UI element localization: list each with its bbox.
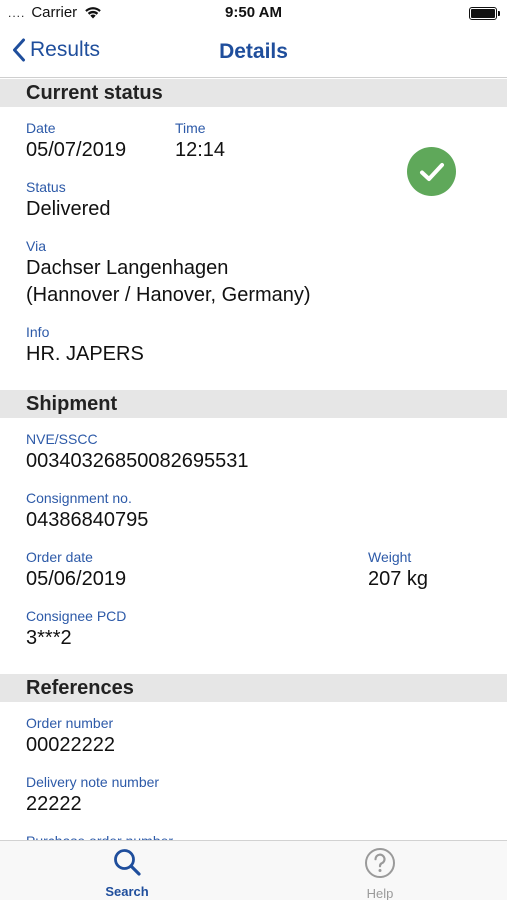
- info-value: HR. JAPERS: [26, 343, 144, 365]
- field-consignee-pcd: Consignee PCD 3***2: [26, 607, 481, 652]
- field-via: Via Dachser Langenhagen (Hannover / Hano…: [26, 237, 481, 309]
- section-references: Order number 00022222 Delivery note numb…: [0, 702, 507, 840]
- field-info: Info HR. JAPERS: [26, 323, 481, 368]
- field-order-number: Order number 00022222: [26, 714, 481, 759]
- order-date-label: Order date: [26, 549, 93, 565]
- section-current-status: Date 05/07/2019 Time 12:14 Status Delive…: [0, 107, 507, 390]
- field-purchase-order-number: Purchase order number: [26, 832, 481, 840]
- tab-bar: Search Help: [0, 840, 507, 900]
- via-value-line1: Dachser Langenhagen: [26, 257, 229, 279]
- tab-help[interactable]: Help: [320, 847, 440, 900]
- order-number-value: 00022222: [26, 734, 115, 756]
- weight-value: 207 kg: [368, 568, 429, 590]
- purchase-order-number-label: Purchase order number: [26, 832, 481, 840]
- info-label: Info: [26, 324, 50, 340]
- clock: 9:50 AM: [225, 4, 282, 21]
- delivered-status-badge: [407, 147, 456, 196]
- details-content[interactable]: Current status Date 05/07/2019 Time 12:1…: [0, 79, 507, 840]
- consignee-pcd-value: 3***2: [26, 627, 72, 649]
- consignment-number-value: 04386840795: [26, 509, 149, 531]
- field-time: Time 12:14: [175, 119, 225, 164]
- field-order-date: Order date 05/06/2019: [26, 548, 368, 593]
- delivery-note-number-value: 22222: [26, 793, 82, 815]
- via-label: Via: [26, 238, 46, 254]
- section-shipment: NVE/SSCC 00340326850082695531 Consignmen…: [0, 418, 507, 674]
- time-value: 12:14: [175, 139, 226, 161]
- section-header-references: References: [0, 674, 507, 702]
- chevron-left-icon: [13, 38, 25, 62]
- help-icon: [365, 848, 395, 878]
- via-value-line2: (Hannover / Hanover, Germany): [26, 284, 311, 306]
- date-label: Date: [26, 120, 56, 136]
- consignee-pcd-label: Consignee PCD: [26, 608, 127, 624]
- field-delivery-note-number: Delivery note number 22222: [26, 773, 481, 818]
- weight-label: Weight: [368, 549, 412, 565]
- consignment-number-label: Consignment no.: [26, 490, 132, 506]
- time-label: Time: [175, 120, 206, 136]
- tab-search[interactable]: Search: [67, 847, 187, 899]
- back-button-label: Results: [30, 38, 101, 61]
- delivery-note-number-label: Delivery note number: [26, 774, 160, 790]
- date-value: 05/07/2019: [26, 139, 127, 161]
- field-weight: Weight 207 kg: [368, 548, 428, 593]
- tab-search-label: Search: [105, 884, 149, 899]
- nve-sscc-value: 00340326850082695531: [26, 450, 249, 472]
- section-header-current-status: Current status: [0, 79, 507, 107]
- field-consignment-number: Consignment no. 04386840795: [26, 489, 481, 534]
- field-date: Date 05/07/2019: [26, 119, 175, 164]
- field-nve-sscc: NVE/SSCC 00340326850082695531: [26, 430, 481, 475]
- back-button[interactable]: Results: [12, 38, 100, 62]
- section-header-shipment: Shipment: [0, 390, 507, 418]
- search-icon: [114, 849, 141, 876]
- status-value: Delivered: [26, 198, 111, 220]
- order-number-label: Order number: [26, 715, 114, 731]
- status-bar: .... Carrier 9:50 AM: [0, 0, 507, 28]
- tab-help-label: Help: [366, 886, 394, 900]
- nve-sscc-label: NVE/SSCC: [26, 431, 98, 447]
- order-date-value: 05/06/2019: [26, 568, 127, 590]
- checkmark-icon: [419, 162, 444, 181]
- battery-icon: [469, 7, 500, 20]
- navigation-bar: Results Details: [0, 28, 507, 78]
